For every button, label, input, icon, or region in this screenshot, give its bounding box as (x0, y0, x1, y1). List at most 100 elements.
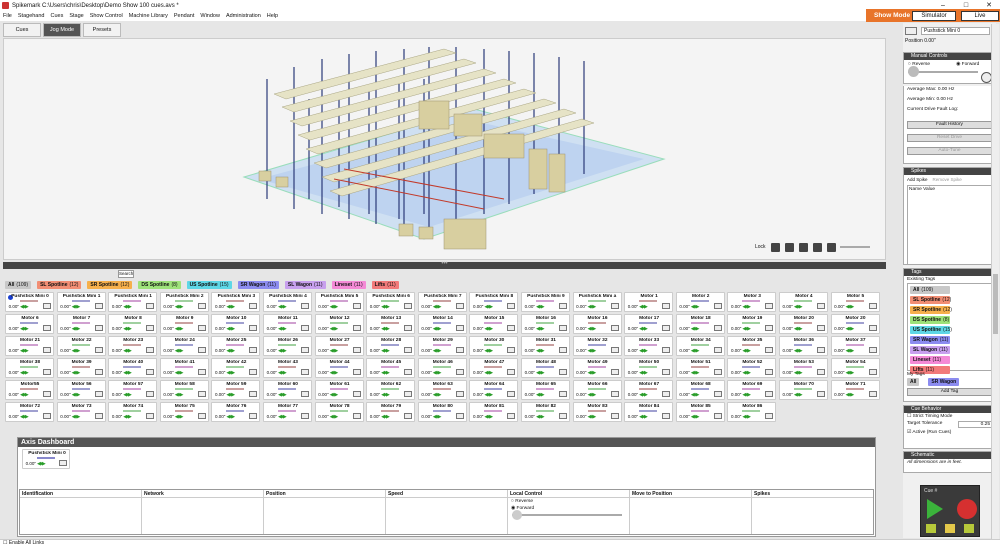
motor-card[interactable]: Motor 47 0.00" ◀■▶ (469, 358, 519, 378)
motor-card[interactable]: Motor 41 0.00" ◀■▶ (159, 358, 209, 378)
motor-card[interactable]: Motor 58 0.00" ◀■▶ (159, 380, 209, 400)
previous-cue-icon[interactable] (926, 524, 936, 533)
axis-dashboard-card[interactable]: Pushstick Mini 0 0.00" ◀■▶ (22, 449, 70, 469)
tag-filter-chip[interactable]: SL Spotline (12) (37, 281, 82, 289)
jog-arrows-icon[interactable]: ◀■▶ (588, 326, 597, 332)
motor-card[interactable]: Motor 17 0.00" ◀■▶ (624, 314, 674, 334)
menu-stage[interactable]: Stage (69, 13, 83, 19)
motor-card[interactable]: Motor 37 0.00" ◀■▶ (830, 336, 880, 356)
motor-card[interactable]: Pushstick Mini 0 0.00" ◀■▶ (5, 292, 54, 312)
jog-arrows-icon[interactable]: ◀■▶ (794, 348, 803, 354)
active-run-cues-checkbox[interactable]: ☑ Active (Run Cues) (904, 429, 995, 436)
motor-card[interactable]: Motor 66 0.00" ◀■▶ (572, 380, 622, 400)
jog-arrows-icon[interactable]: ◀■▶ (20, 304, 29, 310)
motor-card[interactable]: Motor 15 0.00" ◀■▶ (469, 314, 519, 334)
jog-arrows-icon[interactable]: ◀■▶ (794, 392, 803, 398)
motor-card[interactable]: Motor 61 0.00" ◀■▶ (314, 380, 364, 400)
motor-card[interactable]: Motor 81 0.00" ◀■▶ (469, 402, 519, 422)
motor-card[interactable]: Pushstick Mini 5 0.00" ◀■▶ (314, 292, 364, 312)
motor-card[interactable]: Motor 39 0.00" ◀■▶ (56, 358, 106, 378)
jog-arrows-icon[interactable]: ◀■▶ (72, 348, 81, 354)
motor-card[interactable]: Motor 20 0.00" ◀■▶ (778, 314, 828, 334)
right-panel-scrollbar[interactable] (991, 24, 999, 539)
motor-card[interactable]: Motor 64 0.00" ◀■▶ (469, 380, 519, 400)
motor-card[interactable]: Motor 23 0.00" ◀■▶ (108, 336, 158, 356)
motor-card[interactable]: Motor 27 0.00" ◀■▶ (314, 336, 364, 356)
existing-tag-chip[interactable]: SR Wagon (11) (910, 336, 950, 344)
jog-arrows-icon[interactable]: ◀■▶ (433, 348, 442, 354)
jog-arrows-icon[interactable]: ◀■▶ (175, 414, 184, 420)
tag-filter-chip[interactable]: SR Wagon (11) (237, 281, 279, 289)
cube-view-icon[interactable] (826, 242, 836, 252)
motor-card[interactable]: Motor 16 0.00" ◀■▶ (572, 314, 622, 334)
motor-card[interactable]: Pushstick Mini 1 0.00" ◀■▶ (56, 292, 106, 312)
jog-arrows-icon[interactable]: ◀■▶ (691, 370, 700, 376)
jog-arrows-icon[interactable]: ◀■▶ (123, 370, 132, 376)
motor-card[interactable]: Motor 71 0.00" ◀■▶ (830, 380, 880, 400)
zoom-slider[interactable] (839, 246, 870, 248)
jog-arrows-icon[interactable]: ◀■▶ (846, 326, 855, 332)
jog-arrows-icon[interactable]: ◀■▶ (37, 461, 46, 467)
motor-card[interactable]: Motor 86 0.00" ◀■▶ (727, 402, 777, 422)
jog-arrows-icon[interactable]: ◀■▶ (72, 326, 81, 332)
jog-arrows-icon[interactable]: ◀■▶ (381, 304, 390, 310)
jog-arrows-icon[interactable]: ◀■▶ (226, 370, 235, 376)
tag-filter-chip[interactable]: DS Spotline (8) (138, 281, 181, 289)
jog-arrows-icon[interactable]: ◀■▶ (381, 370, 390, 376)
motor-card[interactable]: Motor 21 0.00" ◀■▶ (5, 336, 54, 356)
axis-selector[interactable]: Pushstick Mini 0 (905, 26, 990, 36)
home-view-icon[interactable] (784, 242, 794, 252)
jog-arrows-icon[interactable]: ◀■▶ (536, 414, 545, 420)
jog-arrows-icon[interactable]: ◀■▶ (433, 326, 442, 332)
jog-arrows-icon[interactable]: ◀■▶ (123, 392, 132, 398)
search-button[interactable]: Search (118, 270, 134, 278)
motor-card[interactable]: Motor 48 0.00" ◀■▶ (520, 358, 570, 378)
jog-arrows-icon[interactable]: ◀■▶ (691, 414, 700, 420)
jog-arrows-icon[interactable]: ◀■▶ (20, 326, 29, 332)
menu-window[interactable]: Window (200, 13, 220, 19)
motor-card[interactable]: Motor 49 0.00" ◀■▶ (572, 358, 622, 378)
local-forward-radio[interactable]: ◉ Forward (508, 505, 629, 512)
next-cue-icon[interactable] (964, 524, 974, 533)
motor-card[interactable]: Motor 35 0.00" ◀■▶ (727, 336, 777, 356)
jog-arrows-icon[interactable]: ◀■▶ (536, 326, 545, 332)
tab-jog-mode[interactable]: Jog Mode (43, 23, 81, 37)
motor-card[interactable]: Motor 11 0.00" ◀■▶ (262, 314, 312, 334)
jog-arrows-icon[interactable]: ◀■▶ (433, 304, 442, 310)
menu-pendant[interactable]: Pendant (174, 13, 195, 19)
motor-card[interactable]: Motor 85 0.00" ◀■▶ (675, 402, 725, 422)
jog-arrows-icon[interactable]: ◀■▶ (433, 392, 442, 398)
jog-arrows-icon[interactable]: ◀■▶ (433, 370, 442, 376)
jog-arrows-icon[interactable]: ◀■▶ (175, 370, 184, 376)
existing-tag-chip[interactable]: DS Spotline (8) (910, 316, 950, 324)
jog-arrows-icon[interactable]: ◀■▶ (639, 414, 648, 420)
motor-card[interactable]: Motor 36 0.00" ◀■▶ (778, 336, 828, 356)
tag-filter-chip[interactable]: Lineset (11) (331, 281, 366, 289)
existing-tag-chip[interactable]: US Spotline (15) (910, 326, 952, 334)
jog-arrows-icon[interactable]: ◀■▶ (484, 348, 493, 354)
motor-card[interactable]: Motor 72 0.00" ◀■▶ (5, 402, 54, 422)
menu-cues[interactable]: Cues (50, 13, 63, 19)
jog-arrows-icon[interactable]: ◀■▶ (794, 304, 803, 310)
jog-arrows-icon[interactable]: ◀■▶ (226, 392, 235, 398)
existing-tag-chip[interactable]: Lineset (11) (910, 356, 950, 364)
motor-card[interactable]: Motor 46 0.00" ◀■▶ (417, 358, 467, 378)
jog-arrows-icon[interactable]: ◀■▶ (20, 392, 29, 398)
motor-card[interactable]: Pushstick Mini 6 0.00" ◀■▶ (366, 292, 416, 312)
jog-arrows-icon[interactable]: ◀■▶ (639, 326, 648, 332)
local-speed-slider[interactable] (512, 510, 622, 520)
tab-presets[interactable]: Presets (83, 23, 121, 37)
jog-arrows-icon[interactable]: ◀■▶ (846, 348, 855, 354)
jog-arrows-icon[interactable]: ◀■▶ (484, 370, 493, 376)
motor-card[interactable]: Motor 52 0.00" ◀■▶ (727, 358, 777, 378)
jog-arrows-icon[interactable]: ◀■▶ (20, 348, 29, 354)
motor-card[interactable]: Pushstick Mini 1 0.00" ◀■▶ (108, 292, 158, 312)
motor-card[interactable]: Motor 51 0.00" ◀■▶ (675, 358, 725, 378)
menu-help[interactable]: Help (267, 13, 278, 19)
motor-card[interactable]: Pushstick Mini 8 0.00" ◀■▶ (469, 292, 519, 312)
tag-filter-chip[interactable]: Lifts (11) (371, 281, 399, 289)
jog-arrows-icon[interactable]: ◀■▶ (691, 304, 700, 310)
motor-card[interactable]: Motor 76 0.00" ◀■▶ (211, 402, 261, 422)
my-tag-all[interactable]: All (907, 378, 920, 386)
tag-filter-chip[interactable]: US Spotline (15) (186, 281, 232, 289)
